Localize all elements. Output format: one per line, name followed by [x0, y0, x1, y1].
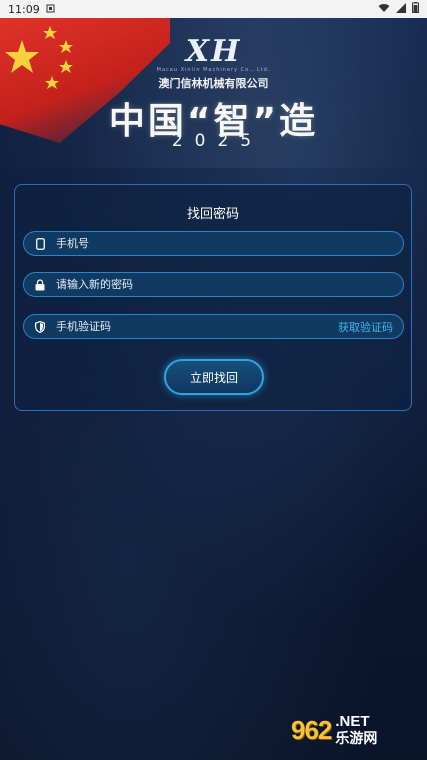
- signal-icon: [396, 2, 406, 16]
- verification-code-input[interactable]: [56, 320, 338, 333]
- card-title: 找回密码: [186, 207, 239, 222]
- company-logo: XH Macau Xinlin Machinery Co., Ltd. 澳门信林…: [0, 34, 427, 91]
- battery-icon: [412, 2, 419, 16]
- company-name: 澳门信林机械有限公司: [158, 77, 269, 90]
- shield-icon: [34, 320, 46, 333]
- phone-icon: [34, 237, 46, 250]
- logo-subtitle: Macau Xinlin Machinery Co., Ltd.: [156, 67, 271, 73]
- status-bar: 11:09: [0, 0, 427, 18]
- new-password-field[interactable]: [23, 272, 404, 297]
- site-watermark: 962 .NET 乐游网: [291, 708, 417, 752]
- watermark-suffix: .NET: [335, 713, 370, 730]
- phone-field[interactable]: [23, 231, 404, 256]
- recover-password-button[interactable]: 立即找回: [164, 359, 264, 395]
- status-time: 11:09: [8, 2, 40, 16]
- watermark-site-name: 乐游网: [335, 731, 378, 747]
- logo-mark: XH: [185, 34, 242, 69]
- verification-code-field[interactable]: 获取验证码: [23, 314, 404, 339]
- wifi-icon: [378, 3, 390, 16]
- notification-icon: [46, 3, 55, 16]
- reset-password-card: 找回密码 获取验证码 立即找回: [14, 184, 412, 411]
- get-code-button[interactable]: 获取验证码: [338, 319, 393, 335]
- new-password-input[interactable]: [56, 278, 393, 291]
- phone-input[interactable]: [56, 237, 393, 250]
- year: 2025: [171, 131, 264, 151]
- watermark-logo: 962: [291, 714, 332, 745]
- lock-icon: [34, 278, 46, 291]
